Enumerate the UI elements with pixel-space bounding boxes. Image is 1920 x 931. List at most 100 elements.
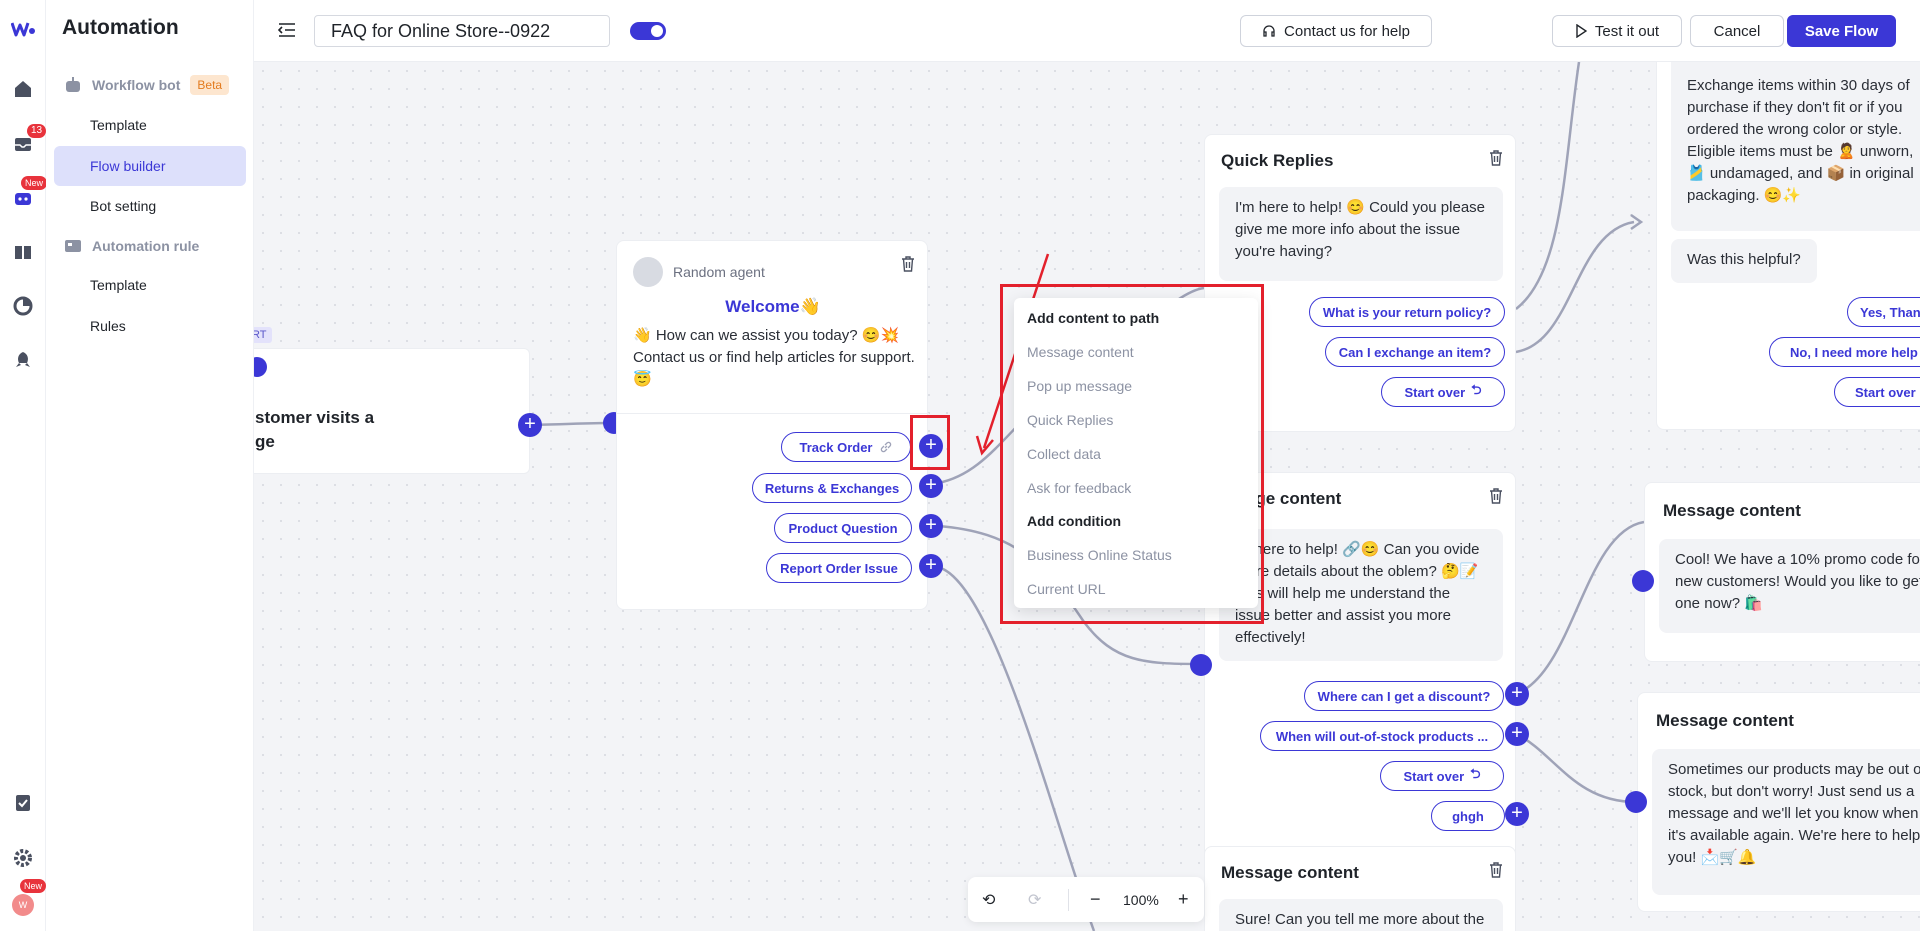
welcome-title: Welcome👋 bbox=[725, 297, 821, 316]
contact-help-label: Contact us for help bbox=[1284, 22, 1410, 40]
exchange-item-button[interactable]: Can I exchange an item? bbox=[1325, 337, 1505, 367]
inbox-icon[interactable]: 13 bbox=[11, 124, 47, 155]
play-icon bbox=[1576, 24, 1587, 38]
trash-icon[interactable] bbox=[1487, 149, 1505, 167]
start-over-button[interactable]: Start over ⮌ bbox=[1381, 377, 1505, 407]
bot-new-badge: New bbox=[21, 176, 48, 190]
start-node-handle bbox=[254, 357, 267, 377]
start-over-button-3[interactable]: Start over bbox=[1834, 377, 1920, 407]
discount-add-button[interactable]: + bbox=[1505, 682, 1529, 706]
test-it-out-label: Test it out bbox=[1594, 22, 1660, 40]
yes-thanks-label: Yes, Than bbox=[1860, 304, 1920, 320]
agent-avatar bbox=[633, 257, 663, 287]
automation-rule-section[interactable]: Automation rule bbox=[64, 237, 199, 255]
out-of-stock-button[interactable]: When will out-of-stock products ... bbox=[1260, 721, 1504, 751]
workflow-bot-section[interactable]: Workflow bot Beta bbox=[64, 75, 230, 95]
stock-message-node[interactable]: Message content Sometimes our products m… bbox=[1637, 692, 1920, 912]
promo-title: Message content bbox=[1663, 501, 1801, 520]
collapse-menu-icon[interactable] bbox=[277, 22, 296, 43]
undo-icon[interactable]: ⟲ bbox=[982, 890, 995, 910]
out-of-stock-label: When will out-of-stock products ... bbox=[1275, 728, 1489, 744]
start-over-label-3: Start over bbox=[1855, 384, 1916, 400]
exchange-policy-node[interactable]: Exchange items within 30 days of purchas… bbox=[1656, 62, 1920, 430]
returns-add-button[interactable]: + bbox=[919, 474, 943, 498]
sidebar-title: Automation bbox=[62, 16, 179, 39]
sidebar-item-automation-template[interactable]: Template bbox=[54, 265, 246, 305]
product-question-label: Product Question bbox=[788, 520, 898, 536]
message-content-node-bottom[interactable]: Message content Sure! Can you tell me mo… bbox=[1204, 846, 1516, 931]
user-new-badge: New bbox=[20, 879, 47, 893]
bot-icon[interactable]: New bbox=[11, 176, 48, 211]
return-policy-button[interactable]: What is your return policy? bbox=[1309, 297, 1505, 327]
promo-message: Cool! We have a 10% promo code for new c… bbox=[1659, 539, 1920, 633]
zoom-in-button[interactable]: + bbox=[1178, 889, 1189, 910]
track-order-label: Track Order bbox=[799, 439, 873, 455]
redo-icon[interactable]: ⟳ bbox=[1028, 890, 1041, 910]
trash-icon[interactable] bbox=[1487, 487, 1505, 505]
start-node[interactable]: stomer visits a ge bbox=[254, 348, 530, 474]
sidebar-item-flow-builder[interactable]: Flow builder bbox=[54, 146, 246, 186]
avatar[interactable]: W bbox=[12, 894, 34, 916]
ghgh-label: ghgh bbox=[1452, 808, 1484, 824]
contact-help-button[interactable]: Contact us for help bbox=[1240, 15, 1432, 47]
start-add-button[interactable]: + bbox=[518, 413, 542, 437]
flow-enabled-toggle[interactable] bbox=[630, 22, 666, 40]
yes-thanks-button[interactable]: Yes, Than bbox=[1847, 297, 1920, 327]
tasks-icon[interactable] bbox=[11, 791, 35, 815]
discount-button[interactable]: Where can I get a discount? bbox=[1304, 681, 1504, 711]
report-order-issue-label: Report Order Issue bbox=[780, 560, 898, 576]
need-more-help-button[interactable]: No, I need more help bbox=[1769, 337, 1920, 367]
sidebar-item-template[interactable]: Template bbox=[54, 105, 246, 145]
settings-gear-icon[interactable] bbox=[11, 846, 35, 870]
returns-exchanges-button[interactable]: Returns & Exchanges bbox=[752, 473, 912, 503]
home-icon[interactable] bbox=[11, 77, 35, 101]
ghgh-add-button[interactable]: + bbox=[1505, 802, 1529, 826]
beta-badge: Beta bbox=[190, 75, 230, 95]
restart-icon: ⮌ bbox=[1471, 382, 1482, 397]
stock-input-handle[interactable] bbox=[1625, 791, 1647, 813]
product-question-add-button[interactable]: + bbox=[919, 514, 943, 538]
cancel-button[interactable]: Cancel bbox=[1690, 15, 1784, 47]
test-it-out-button[interactable]: Test it out bbox=[1552, 15, 1682, 47]
report-order-issue-button[interactable]: Report Order Issue bbox=[766, 553, 912, 583]
sidebar-item-rules[interactable]: Rules bbox=[54, 306, 246, 346]
flow-canvas[interactable]: stomer visits a ge RT + Random agent Wel… bbox=[254, 62, 1920, 931]
flow-toolbar: FAQ for Online Store--0922 Contact us fo… bbox=[254, 0, 1920, 62]
zoom-level: 100% bbox=[1123, 891, 1159, 908]
analytics-icon[interactable] bbox=[11, 294, 35, 318]
welcome-body: 👋 How can we assist you today? 😊💥 Contac… bbox=[633, 327, 915, 388]
sidebar-item-bot-setting[interactable]: Bot setting bbox=[54, 186, 246, 226]
trash-icon[interactable] bbox=[1487, 861, 1505, 879]
restart-icon: ⮌ bbox=[1470, 766, 1481, 781]
divider bbox=[1068, 889, 1069, 911]
promo-message-node[interactable]: Message content Cool! We have a 10% prom… bbox=[1644, 482, 1920, 662]
knowledge-icon[interactable] bbox=[11, 240, 35, 264]
quick-replies-title: Quick Replies bbox=[1221, 151, 1334, 170]
report-issue-add-button[interactable]: + bbox=[919, 554, 943, 578]
automation-rule-label: Automation rule bbox=[92, 238, 200, 254]
cancel-label: Cancel bbox=[1713, 22, 1761, 40]
exchange-item-label: Can I exchange an item? bbox=[1338, 344, 1492, 360]
rocket-icon[interactable] bbox=[11, 348, 35, 372]
start-node-line2: ge bbox=[255, 432, 275, 451]
ghgh-button[interactable]: ghgh bbox=[1431, 801, 1505, 831]
promo-input-handle[interactable] bbox=[1632, 570, 1654, 592]
product-question-button[interactable]: Product Question bbox=[774, 513, 912, 543]
out-of-stock-add-button[interactable]: + bbox=[1505, 722, 1529, 746]
zoom-out-button[interactable]: − bbox=[1090, 889, 1101, 910]
save-flow-label: Save Flow bbox=[1804, 22, 1879, 40]
start-over-button-2[interactable]: Start over ⮌ bbox=[1380, 761, 1504, 791]
highlight-box-menu bbox=[1000, 284, 1264, 624]
flow-name-input[interactable]: FAQ for Online Store--0922 bbox=[314, 15, 610, 47]
automation-icon bbox=[65, 240, 81, 252]
returns-exchanges-label: Returns & Exchanges bbox=[764, 480, 900, 496]
inbox-badge: 13 bbox=[27, 124, 47, 138]
stock-message: Sometimes our products may be out of sto… bbox=[1652, 749, 1920, 895]
trash-icon[interactable] bbox=[899, 255, 917, 273]
message-bottom-body: Sure! Can you tell me more about the bbox=[1219, 899, 1503, 931]
discount-label: Where can I get a discount? bbox=[1317, 688, 1491, 704]
logo-icon[interactable] bbox=[11, 17, 35, 41]
save-flow-button[interactable]: Save Flow bbox=[1787, 15, 1896, 47]
message-input-handle[interactable] bbox=[1190, 654, 1212, 676]
track-order-button[interactable]: Track Order bbox=[781, 432, 911, 462]
